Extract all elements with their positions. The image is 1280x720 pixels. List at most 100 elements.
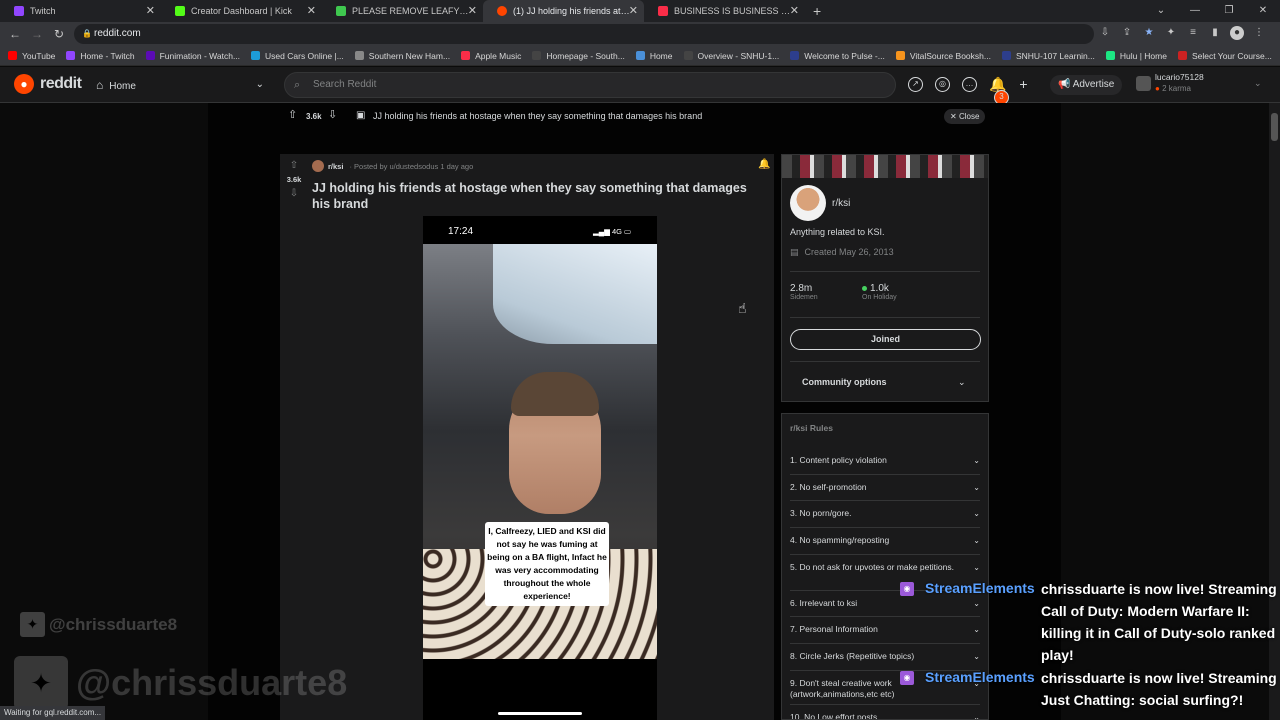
members-stat: 2.8m Sidemen bbox=[790, 283, 818, 301]
bookmark-item[interactable]: Hulu | Home bbox=[1105, 51, 1167, 61]
streamelements-icon: ◉ bbox=[900, 582, 914, 596]
bookmark-favicon-icon bbox=[683, 51, 693, 60]
close-tab-icon[interactable]: ✕ bbox=[629, 4, 638, 17]
bookmark-item[interactable]: Homepage - South... bbox=[532, 51, 625, 61]
new-tab-button[interactable]: + bbox=[813, 3, 821, 19]
rule-item[interactable]: 4. No spamming/reposting ⌄ bbox=[790, 535, 980, 546]
browser-status-bar: Waiting for gql.reddit.com... bbox=[0, 706, 106, 720]
rule-item[interactable]: 10. No Low effort posts ⌄ bbox=[790, 712, 980, 719]
reddit-logo[interactable]: ● reddit bbox=[14, 74, 82, 94]
post-top-bar: ⇧ 3.6k ⇩ ▣ JJ holding his friends at hos… bbox=[288, 108, 703, 121]
chevron-down-icon: ⌄ bbox=[973, 563, 980, 572]
community-card: r/ksi Anything related to KSI. ▤ Created … bbox=[781, 154, 989, 402]
close-tab-icon[interactable]: ✕ bbox=[307, 4, 316, 17]
tab-twitch[interactable]: Twitch ✕ bbox=[0, 0, 161, 22]
back-icon[interactable]: ← bbox=[4, 27, 26, 41]
home-indicator bbox=[498, 712, 582, 715]
tab-apple-music[interactable]: BUSINESS IS BUSINESS by Young✕ bbox=[644, 0, 805, 22]
chevron-down-icon: ⌄ bbox=[958, 377, 966, 387]
share-icon[interactable]: ⇪ bbox=[1120, 26, 1134, 40]
bookmark-item[interactable]: Home bbox=[635, 51, 673, 61]
home-feed-selector[interactable]: ⌂ Home ⌄ bbox=[96, 75, 264, 95]
bookmark-item[interactable]: Select Your Course... bbox=[1177, 51, 1272, 61]
joined-button[interactable]: Joined bbox=[790, 329, 981, 350]
snoo-icon: ● bbox=[14, 74, 34, 94]
bookmark-favicon-icon bbox=[790, 51, 800, 60]
bookmark-favicon-icon bbox=[1001, 51, 1011, 60]
tab-leafy[interactable]: PLEASE REMOVE LEAFY FROM TI✕ bbox=[322, 0, 483, 22]
twitter-icon: ✦ bbox=[20, 612, 45, 637]
selfie-photo: I, Calfreezy, LIED and KSI did not say h… bbox=[423, 244, 657, 659]
forward-icon[interactable]: → bbox=[26, 27, 48, 41]
bookmark-item[interactable]: Used Cars Online |... bbox=[251, 51, 344, 61]
community-description: Anything related to KSI. bbox=[790, 227, 885, 237]
upvote-icon[interactable]: ⇧ bbox=[288, 108, 297, 121]
rule-item[interactable]: 1. Content policy violation ⌄ bbox=[790, 455, 980, 466]
side-panel-icon[interactable]: ▮ bbox=[1208, 26, 1222, 40]
menu-kebab-icon[interactable]: ⋮ bbox=[1252, 26, 1266, 40]
notifications-bell-icon[interactable]: 🔔3 bbox=[989, 77, 1009, 105]
reading-list-icon[interactable]: ≡ bbox=[1186, 26, 1200, 40]
restore-button[interactable]: ❐ bbox=[1212, 0, 1246, 22]
streamelements-icon: ◉ bbox=[900, 671, 914, 685]
calendar-icon: ▤ bbox=[790, 247, 799, 257]
notification-bell-icon[interactable]: 🔔 bbox=[758, 159, 770, 170]
bookmark-item[interactable]: Welcome to Pulse -... bbox=[790, 51, 885, 61]
post-title: JJ holding his friends at hostage when t… bbox=[312, 181, 747, 211]
subreddit-avatar[interactable] bbox=[312, 160, 324, 172]
rule-item[interactable]: 2. No self-promotion ⌄ bbox=[790, 482, 980, 493]
bookmark-item[interactable]: Apple Music bbox=[461, 51, 521, 61]
bookmark-item[interactable]: Funimation - Watch... bbox=[145, 51, 240, 61]
scrollbar-thumb[interactable] bbox=[1271, 113, 1278, 141]
karma-icon: ● bbox=[1155, 84, 1160, 93]
bookmark-item[interactable]: SNHU-107 Learnin... bbox=[1001, 51, 1095, 61]
bookmark-favicon-icon bbox=[145, 51, 155, 60]
advertise-button[interactable]: 📢 Advertise bbox=[1050, 75, 1123, 95]
community-name[interactable]: r/ksi bbox=[832, 198, 850, 209]
popular-icon[interactable]: ↗ bbox=[908, 77, 923, 92]
extensions-icon[interactable]: ✦ bbox=[1164, 26, 1178, 40]
bookmark-favicon-icon bbox=[1105, 51, 1115, 60]
bookmark-star-icon[interactable]: ★ bbox=[1142, 26, 1156, 40]
chevron-down-icon: ⌄ bbox=[1254, 78, 1262, 88]
bookmark-item[interactable]: Overview - SNHU-1... bbox=[683, 51, 779, 61]
reload-icon[interactable]: ↻ bbox=[48, 27, 70, 41]
url-input[interactable]: 🔒 reddit.com bbox=[74, 24, 1094, 44]
tab-reddit[interactable]: (1) JJ holding his friends at hosta✕ bbox=[483, 0, 644, 22]
install-icon[interactable]: ⇩ bbox=[1098, 26, 1112, 40]
downvote-icon[interactable]: ⇩ bbox=[328, 108, 337, 121]
address-bar-row: ← → ↻ 🔒 reddit.com ⇩ ⇪ ★ ✦ ≡ ▮ ● ⋮ bbox=[0, 22, 1280, 46]
play-icon bbox=[336, 6, 346, 16]
close-tab-icon[interactable]: ✕ bbox=[468, 4, 477, 17]
subreddit-link[interactable]: r/ksi bbox=[328, 162, 343, 171]
chevron-down-icon: ⌄ bbox=[973, 483, 980, 492]
close-button[interactable]: ✕ Close bbox=[944, 109, 986, 124]
search-input[interactable]: ⌕ Search Reddit bbox=[284, 72, 896, 98]
tab-kick[interactable]: Creator Dashboard | Kick ✕ bbox=[161, 0, 322, 22]
close-icon: ✕ bbox=[950, 112, 959, 121]
rule-item[interactable]: 5. Do not ask for upvotes or make petiti… bbox=[790, 562, 980, 573]
twitter-handle-small: ✦ @chrissduarte8 bbox=[20, 612, 177, 637]
community-options-button[interactable]: Community options bbox=[802, 377, 887, 387]
pointer-cursor-icon: ☝ bbox=[738, 300, 747, 316]
close-window-button[interactable]: ✕ bbox=[1246, 0, 1280, 22]
bookmark-item[interactable]: Home - Twitch bbox=[66, 51, 135, 61]
minimize-button[interactable]: — bbox=[1178, 0, 1212, 22]
downvote-icon[interactable]: ⇩ bbox=[284, 188, 304, 199]
tab-search-icon[interactable]: ⌄ bbox=[1144, 0, 1178, 22]
coins-icon[interactable]: ◎ bbox=[935, 77, 950, 92]
profile-avatar-icon[interactable]: ● bbox=[1230, 26, 1244, 40]
bookmark-favicon-icon bbox=[8, 51, 17, 60]
bookmark-item[interactable]: YouTube bbox=[8, 51, 55, 61]
close-tab-icon[interactable]: ✕ bbox=[146, 4, 155, 17]
post-image[interactable]: 17:24 ▂▄▆ 4G ▭ I, Calfreezy, LIED and KS… bbox=[423, 216, 657, 720]
avatar bbox=[1136, 76, 1151, 91]
close-tab-icon[interactable]: ✕ bbox=[790, 4, 799, 17]
create-post-icon[interactable]: + bbox=[1016, 77, 1031, 92]
rule-item[interactable]: 3. No porn/gore. ⌄ bbox=[790, 508, 980, 519]
chat-icon[interactable]: … bbox=[962, 77, 977, 92]
community-avatar[interactable] bbox=[790, 185, 826, 221]
bookmark-item[interactable]: VitalSource Booksh... bbox=[895, 51, 991, 61]
bookmark-item[interactable]: Southern New Ham... bbox=[354, 51, 450, 61]
upvote-icon[interactable]: ⇧ bbox=[284, 160, 304, 171]
